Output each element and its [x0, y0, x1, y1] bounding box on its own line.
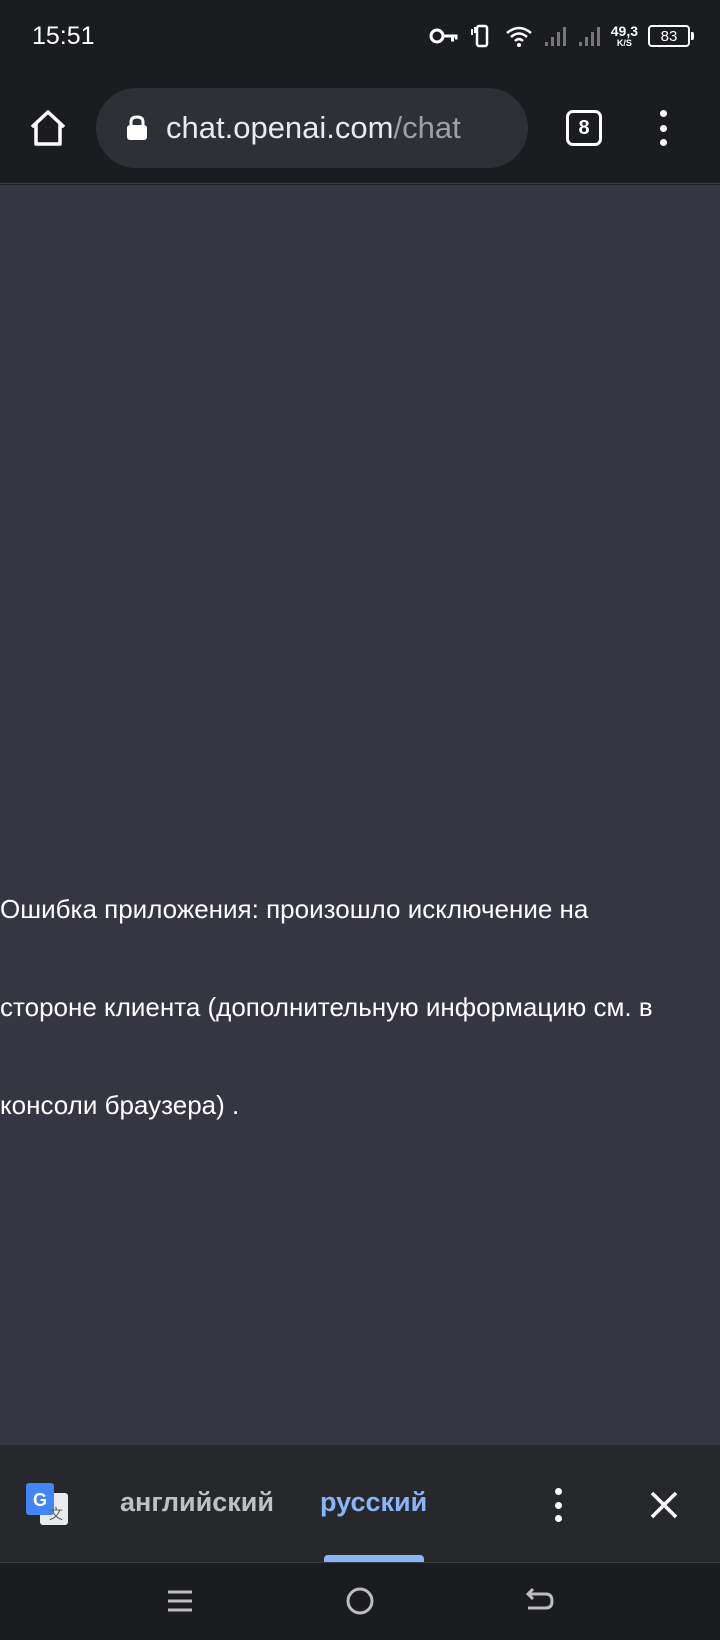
vibrate-icon [470, 24, 488, 48]
error-line-1: Ошибка приложения: произошло исключение … [0, 894, 589, 924]
lock-icon [127, 115, 147, 140]
source-language-tab[interactable]: английский [120, 1487, 274, 1518]
network-speed-value: 49,3 [610, 23, 638, 39]
url-text: chat.openai.com/chat [166, 110, 461, 146]
network-speed: 49,3 K/S [611, 24, 638, 48]
back-icon[interactable] [516, 1581, 560, 1621]
close-icon[interactable] [646, 1487, 682, 1523]
svg-text:G: G [33, 1490, 47, 1510]
error-line-3: консоли браузера) . [0, 1090, 240, 1120]
home-icon [30, 110, 66, 146]
google-translate-icon: G 文 [26, 1483, 68, 1525]
url-path: /chat [393, 110, 461, 145]
svg-text:文: 文 [49, 1507, 63, 1523]
menu-dot [554, 1515, 562, 1522]
browser-toolbar: chat.openai.com/chat 8 [0, 72, 720, 184]
url-host: chat.openai.com [166, 110, 394, 145]
status-time: 15:51 [32, 22, 95, 50]
menu-dot [659, 110, 667, 117]
network-speed-unit: K/S [616, 38, 632, 48]
selected-language-indicator [324, 1555, 424, 1562]
system-nav-bar [0, 1562, 720, 1640]
error-message: Ошибка приложения: произошло исключение … [0, 860, 720, 1154]
overflow-menu-icon[interactable] [648, 106, 678, 150]
tab-switcher-button[interactable]: 8 [566, 110, 602, 146]
status-bar: 15:51 49,3 K/S 83 [0, 0, 720, 72]
tab-count: 8 [578, 116, 590, 139]
battery-level: 83 [660, 27, 678, 45]
battery-icon: 83 [648, 25, 694, 47]
home-circle-icon[interactable] [338, 1581, 382, 1621]
translate-options-icon[interactable] [546, 1485, 570, 1525]
translate-bar: G 文 английский русский [0, 1445, 720, 1562]
recents-icon[interactable] [158, 1581, 202, 1621]
vpn-key-icon [429, 28, 458, 44]
url-bar[interactable]: chat.openai.com/chat [96, 88, 528, 168]
signal-icon-1 [544, 27, 566, 46]
home-button[interactable] [22, 102, 74, 154]
error-line-2: стороне клиента (дополнительную информац… [0, 992, 653, 1022]
menu-dot [554, 1501, 562, 1509]
target-language-tab[interactable]: русский [320, 1487, 427, 1518]
wifi-icon [505, 26, 532, 47]
signal-icon-2 [578, 27, 600, 46]
page-content [0, 185, 720, 1445]
status-icons: 49,3 K/S 83 [429, 18, 694, 54]
menu-dot [554, 1488, 562, 1495]
menu-dot [659, 139, 667, 146]
menu-dot [659, 124, 667, 132]
